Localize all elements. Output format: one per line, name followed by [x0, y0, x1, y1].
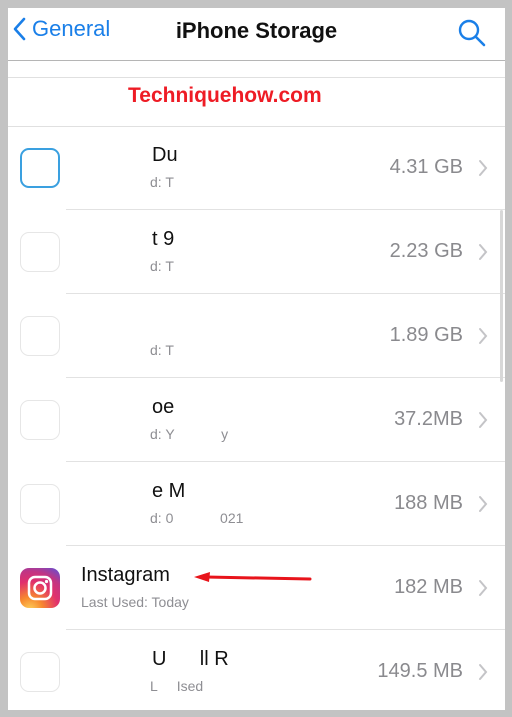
- chevron-right-icon: [479, 328, 488, 344]
- app-row[interactable]: d: T 1.89 GB: [8, 294, 505, 378]
- app-row[interactable]: oe d: Y y 37.2MB: [8, 378, 505, 462]
- last-used: d: Y y: [150, 426, 229, 442]
- iphone-storage-screen: General iPhone Storage Techniquehow.com …: [8, 8, 505, 710]
- app-size: 1.89 GB: [389, 324, 463, 346]
- divider: [8, 77, 505, 78]
- app-icon: [20, 400, 60, 440]
- app-row[interactable]: U ll R L Ised 149.5 MB: [8, 630, 505, 710]
- chevron-right-icon: [479, 664, 488, 680]
- app-name: e M: [152, 480, 186, 502]
- navigation-bar: General iPhone Storage: [8, 8, 505, 61]
- app-name: Instagram: [81, 564, 170, 586]
- app-icon: [20, 148, 60, 188]
- chevron-right-icon: [479, 244, 488, 260]
- app-name: Du: [152, 144, 178, 166]
- app-size: 182 MB: [394, 576, 463, 598]
- app-size: 188 MB: [394, 492, 463, 514]
- scrollbar[interactable]: [500, 210, 503, 382]
- app-row[interactable]: Du d: T 4.31 GB: [8, 126, 505, 210]
- red-arrow-annotation: [194, 572, 312, 582]
- watermark: Techniquehow.com: [128, 84, 322, 107]
- search-icon[interactable]: [457, 18, 487, 48]
- chevron-right-icon: [479, 412, 488, 428]
- last-used: L Ised: [150, 678, 204, 694]
- chevron-right-icon: [479, 580, 488, 596]
- chevron-right-icon: [479, 160, 488, 176]
- last-used: d: T: [150, 174, 174, 190]
- app-row[interactable]: t 9 d: T 2.23 GB: [8, 210, 505, 294]
- last-used: d: 0 021: [150, 510, 244, 526]
- app-size: 2.23 GB: [389, 240, 463, 262]
- app-size: 37.2MB: [394, 408, 463, 430]
- app-size: 4.31 GB: [389, 156, 463, 178]
- app-icon: [20, 484, 60, 524]
- app-icon: [20, 652, 60, 692]
- page-title: iPhone Storage: [175, 18, 338, 43]
- last-used: d: T: [150, 342, 174, 358]
- app-name: t 9: [152, 228, 175, 250]
- instagram-icon: [20, 568, 60, 608]
- app-name: U ll R: [152, 648, 229, 670]
- app-name: oe: [152, 396, 175, 418]
- app-icon: [20, 232, 60, 272]
- app-row[interactable]: e M d: 0 021 188 MB: [8, 462, 505, 546]
- app-icon: [20, 316, 60, 356]
- app-size: 149.5 MB: [377, 660, 463, 682]
- app-row[interactable]: Instagram Last Used: Today 182 MB: [8, 546, 505, 630]
- chevron-right-icon: [479, 496, 488, 512]
- last-used: d: T: [150, 258, 174, 274]
- last-used: Last Used: Today: [81, 594, 189, 610]
